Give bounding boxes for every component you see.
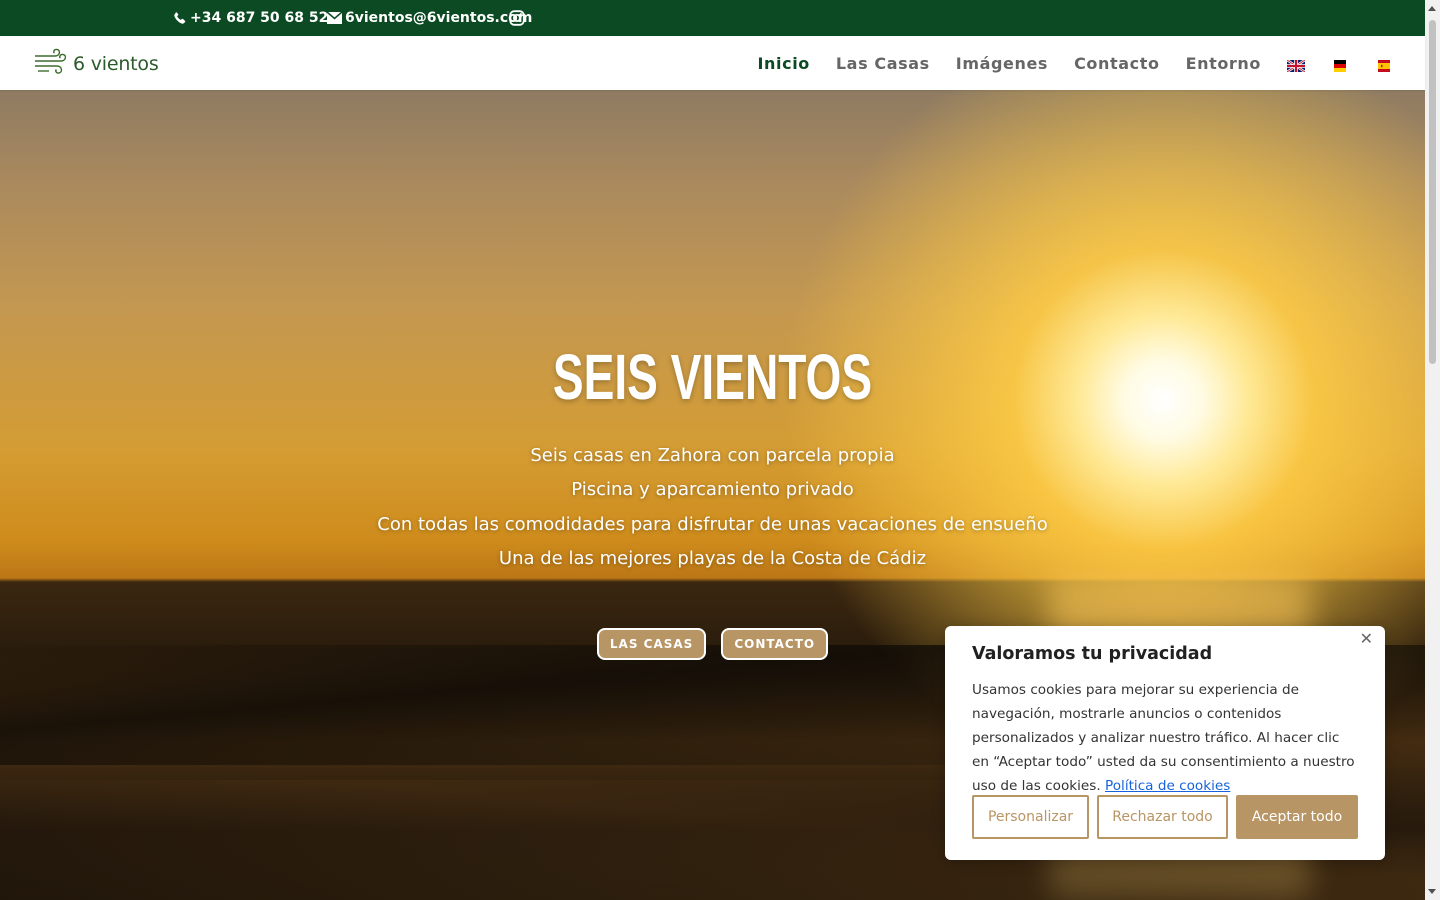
contacto-button[interactable]: CONTACTO [721,628,829,660]
hero-line: Una de las mejores playas de la Costa de… [498,547,927,569]
instagram-icon [509,10,525,26]
site-header: 6 vientos Inicio Las Casas Imágenes Cont… [0,36,1425,90]
instagram-link[interactable] [509,0,525,36]
nav-inicio[interactable]: Inicio [758,54,810,73]
customize-button[interactable]: Personalizar [972,795,1089,839]
logo-text: 6 vientos [73,53,159,75]
phone-icon [173,11,187,25]
reject-all-button[interactable]: Rechazar todo [1097,795,1228,839]
phone-number: +34 687 50 68 52 [190,10,329,26]
email-address: 6vientos@6vientos.com [345,10,533,26]
cookie-title: Valoramos tu privacidad [972,644,1213,664]
page-scrollbar[interactable] [1425,0,1440,900]
las-casas-button[interactable]: LAS CASAS [596,628,707,660]
nav-imagenes[interactable]: Imágenes [956,54,1048,73]
site-logo[interactable]: 6 vientos [33,47,159,81]
close-icon[interactable]: ✕ [1360,629,1373,648]
hero-line: Seis casas en Zahora con parcela propia [530,445,895,466]
nav-contacto[interactable]: Contacto [1074,54,1160,73]
wind-logo-icon [33,47,69,81]
cookie-consent-panel: ✕ Valoramos tu privacidad Usamos cookies… [945,626,1385,860]
cookie-policy-link[interactable]: Política de cookies [1105,778,1230,794]
scrollbar-thumb[interactable] [1429,20,1436,364]
nav-entorno[interactable]: Entorno [1186,54,1261,73]
scroll-down-arrow-icon[interactable] [1428,889,1436,894]
cookie-buttons: Personalizar Rechazar todo Aceptar todo [972,795,1358,839]
top-contact-bar: +34 687 50 68 52 6vientos@6vientos.com [0,0,1425,36]
main-nav: Inicio Las Casas Imágenes Contacto Entor… [732,36,1394,90]
email-contact[interactable]: 6vientos@6vientos.com [327,0,532,36]
nav-las-casas[interactable]: Las Casas [836,54,930,73]
hero-description: Seis casas en Zahora con parcela propia … [0,439,1425,576]
english-flag-icon[interactable] [1286,57,1306,73]
accept-all-button[interactable]: Aceptar todo [1236,795,1358,839]
hero-line: Con todas las comodidades para disfrutar… [377,513,1048,535]
hero-title: SEIS VIENTOS [552,341,873,413]
phone-contact[interactable]: +34 687 50 68 52 [173,0,328,36]
cookie-text: Usamos cookies para mejorar su experienc… [972,678,1358,798]
hero-line: Piscina y aparcamiento privado [571,479,854,501]
envelope-icon [327,12,342,24]
german-flag-icon[interactable] [1331,57,1349,72]
spanish-flag-icon[interactable] [1375,57,1393,72]
scroll-up-arrow-icon[interactable] [1428,6,1436,11]
